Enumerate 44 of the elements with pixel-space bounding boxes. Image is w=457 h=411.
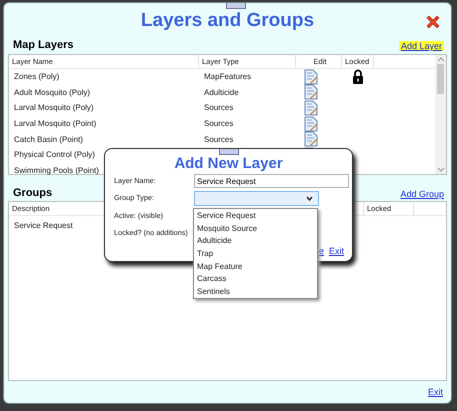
drag-handle[interactable]: [219, 149, 239, 155]
close-icon[interactable]: [425, 14, 441, 30]
edit-icon[interactable]: [304, 100, 318, 116]
scrollbar[interactable]: [435, 55, 446, 174]
group-type-dropdown[interactable]: [194, 191, 319, 206]
drag-handle[interactable]: [226, 3, 246, 9]
table-cell-text: Sources: [203, 103, 234, 112]
table-cell-text: Swimming Pools (Point): [13, 166, 100, 175]
table-cell-text: Physical Control (Poly): [13, 150, 96, 160]
table-cell-text: Catch Basin (Point): [13, 134, 84, 144]
section-heading: Groups: [13, 187, 52, 199]
add-layer-link[interactable]: Add Layer: [398, 41, 444, 51]
scroll-down-icon: [436, 167, 444, 172]
table-cell-text: Sources: [203, 119, 234, 128]
table-cell-text: Sources: [203, 134, 234, 144]
dialog-link[interactable]: e: [318, 246, 324, 256]
dropdown-option[interactable]: Carcass: [197, 273, 317, 286]
dropdown-option[interactable]: Adulticide: [197, 235, 317, 248]
dropdown-option[interactable]: Service Request: [197, 210, 317, 223]
add-group-link[interactable]: Add Group: [400, 189, 444, 199]
table-cell-text: Service Request: [13, 220, 73, 230]
window-title: Layers and Groups: [140, 10, 314, 32]
table-cell-text: Larval Mosquito (Poly): [13, 103, 95, 112]
table-cell-text: Zones (Poly): [13, 72, 60, 82]
section-heading: Map Layers: [13, 39, 74, 51]
dialog-title: Add New Layer: [173, 155, 284, 174]
table-cell-text: Adulticide: [203, 88, 240, 97]
layer-name-field[interactable]: Service Request: [194, 174, 349, 188]
edit-icon[interactable]: [304, 131, 318, 148]
dropdown-option[interactable]: Sentinels: [197, 286, 317, 299]
table-cell-text: Adult Mosquito (Poly): [13, 88, 92, 97]
edit-icon[interactable]: [304, 68, 318, 85]
table-cell-text: Larval Mosquito (Point): [13, 119, 98, 128]
dialog-link[interactable]: Exit: [328, 246, 344, 256]
exit-link[interactable]: Exit: [428, 387, 443, 397]
edit-icon[interactable]: [304, 84, 318, 100]
dropdown-option[interactable]: Trap: [197, 248, 317, 261]
dropdown-option[interactable]: Map Feature: [197, 260, 317, 274]
scroll-up-icon: [436, 57, 444, 62]
caret-icon: [306, 196, 313, 201]
edit-icon[interactable]: [304, 116, 318, 132]
scrollbar-thumb[interactable]: [437, 64, 444, 94]
table-cell-text: MapFeatures: [203, 72, 252, 82]
dropdown-option[interactable]: Mosquito Source: [197, 222, 317, 236]
